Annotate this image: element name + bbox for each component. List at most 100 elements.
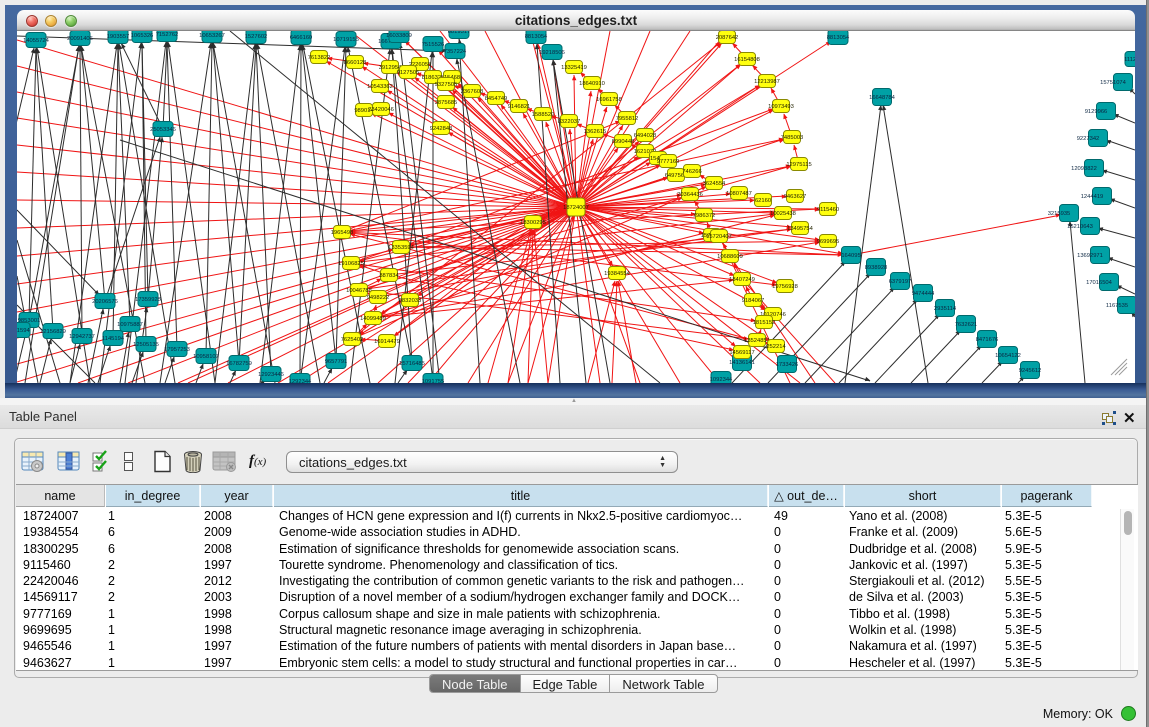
svg-text:25053346: 25053346	[150, 127, 176, 133]
svg-text:9115460: 9115460	[817, 207, 839, 213]
svg-text:8819317: 8819317	[448, 31, 471, 35]
svg-text:10973493: 10973493	[768, 104, 794, 110]
svg-text:8938928: 8938928	[865, 265, 888, 271]
svg-text:2935114: 2935114	[934, 306, 957, 312]
svg-text:1065326: 1065326	[131, 33, 154, 39]
svg-text:12093822: 12093822	[1071, 166, 1097, 172]
svg-text:10046788: 10046788	[346, 288, 372, 294]
svg-text:17359928: 17359928	[135, 297, 161, 303]
svg-text:12942737: 12942737	[69, 334, 95, 340]
svg-text:8990448: 8990448	[612, 139, 635, 145]
svg-text:16648784: 16648784	[869, 95, 896, 101]
svg-text:16033809: 16033809	[386, 33, 412, 39]
svg-text:164095: 164095	[841, 253, 860, 259]
svg-text:12505135: 12505135	[133, 342, 159, 348]
svg-text:17016504: 17016504	[1086, 280, 1113, 286]
svg-text:18640910: 18640910	[579, 81, 605, 87]
svg-text:1815152: 1815152	[753, 320, 776, 326]
svg-text:18407249: 18407249	[729, 277, 755, 283]
svg-text:9327505: 9327505	[435, 82, 458, 88]
svg-text:23420046: 23420046	[368, 107, 394, 113]
svg-text:16961758: 16961758	[596, 97, 622, 103]
svg-text:1092344: 1092344	[710, 377, 733, 383]
svg-text:13692971: 13692971	[1077, 253, 1103, 259]
svg-text:12923446: 12923446	[258, 372, 284, 378]
svg-text:1965498: 1965498	[331, 230, 354, 236]
svg-text:1145194: 1145194	[102, 336, 125, 342]
svg-text:9657791: 9657791	[325, 359, 348, 365]
svg-text:19384554: 19384554	[604, 271, 631, 277]
svg-text:746266: 746266	[682, 169, 701, 175]
svg-text:18300295: 18300295	[520, 220, 546, 226]
svg-text:10653267: 10653267	[199, 33, 225, 39]
svg-text:16782759: 16782759	[226, 361, 252, 367]
svg-text:10688609: 10688609	[717, 254, 743, 260]
svg-text:13353594: 13353594	[388, 245, 415, 251]
svg-text:252214: 252214	[766, 344, 786, 350]
svg-text:7986372: 7986372	[693, 213, 716, 219]
svg-text:13495754: 13495754	[787, 226, 814, 232]
svg-text:9832033: 9832033	[399, 298, 422, 304]
svg-text:10654122: 10654122	[995, 353, 1021, 359]
svg-text:17957253: 17957253	[164, 347, 190, 353]
svg-text:9498222: 9498222	[367, 295, 390, 301]
svg-text:9184067: 9184067	[742, 298, 765, 304]
svg-text:9463627: 9463627	[784, 194, 807, 200]
svg-text:1112548: 1112548	[1124, 57, 1135, 63]
svg-text:7625402: 7625402	[341, 337, 364, 343]
svg-text:14055724: 14055724	[23, 38, 50, 44]
svg-text:15751074: 15751074	[1100, 80, 1127, 86]
svg-text:3875685: 3875685	[435, 100, 458, 106]
svg-text:12975115: 12975115	[786, 162, 811, 168]
svg-text:62160: 62160	[755, 198, 771, 204]
svg-text:20364436: 20364436	[677, 192, 703, 198]
svg-text:8660128: 8660128	[344, 60, 367, 66]
svg-text:3215935: 3215935	[1048, 211, 1071, 217]
svg-text:1588520: 1588520	[532, 112, 555, 118]
svg-text:19106825: 19106825	[338, 261, 364, 267]
svg-text:1903557: 1903557	[107, 34, 130, 40]
svg-text:10958107: 10958107	[193, 354, 219, 360]
svg-text:19756928: 19756928	[772, 284, 798, 290]
svg-text:7632621: 7632621	[955, 322, 978, 328]
svg-text:8454749: 8454749	[485, 96, 508, 102]
svg-text:7152762: 7152762	[156, 32, 179, 38]
svg-text:20206576: 20206576	[92, 299, 118, 305]
svg-text:10025438: 10025438	[770, 211, 796, 217]
svg-text:6379197: 6379197	[889, 279, 912, 285]
svg-text:20091406: 20091406	[67, 36, 93, 42]
svg-text:7485003: 7485003	[781, 135, 804, 141]
svg-text:3624554: 3624554	[703, 181, 726, 187]
svg-text:9245612: 9245612	[1019, 368, 1042, 374]
svg-text:12213987: 12213987	[754, 79, 780, 85]
svg-text:9242848: 9242848	[430, 126, 453, 132]
svg-text:19218506: 19218506	[539, 50, 565, 56]
svg-text:10719155: 10719155	[333, 37, 359, 43]
svg-text:10543362: 10543362	[367, 84, 393, 90]
svg-text:9227342: 9227342	[1077, 136, 1100, 142]
svg-text:8471676: 8471676	[976, 337, 999, 343]
svg-text:1244419: 1244419	[1081, 194, 1104, 200]
svg-text:1167535: 1167535	[1106, 303, 1128, 309]
svg-text:2367608: 2367608	[461, 89, 484, 95]
svg-text:10975887: 10975887	[117, 322, 143, 328]
svg-text:16914479: 16914479	[374, 339, 400, 345]
svg-text:14569117: 14569117	[729, 350, 754, 356]
svg-text:9129966: 9129966	[1085, 109, 1108, 115]
svg-text:9127505: 9127505	[397, 70, 420, 76]
svg-text:1527602: 1527602	[245, 34, 268, 40]
svg-text:7357224: 7357224	[444, 49, 467, 55]
svg-text:8813054: 8813054	[525, 34, 548, 40]
svg-text:9699695: 9699695	[817, 239, 840, 245]
svg-text:9777169: 9777169	[657, 159, 680, 165]
svg-text:7515526: 7515526	[422, 42, 445, 48]
svg-text:8322037: 8322037	[558, 119, 581, 125]
svg-text:1091755: 1091755	[422, 379, 445, 383]
svg-text:887834: 887834	[379, 273, 399, 279]
svg-text:9146821: 9146821	[508, 104, 531, 110]
svg-text:13325419: 13325419	[561, 65, 587, 71]
svg-text:2087642: 2087642	[716, 35, 739, 41]
svg-text:391594: 391594	[17, 328, 30, 334]
svg-text:16210643: 16210643	[1067, 224, 1093, 230]
svg-text:6494028: 6494028	[634, 133, 657, 139]
